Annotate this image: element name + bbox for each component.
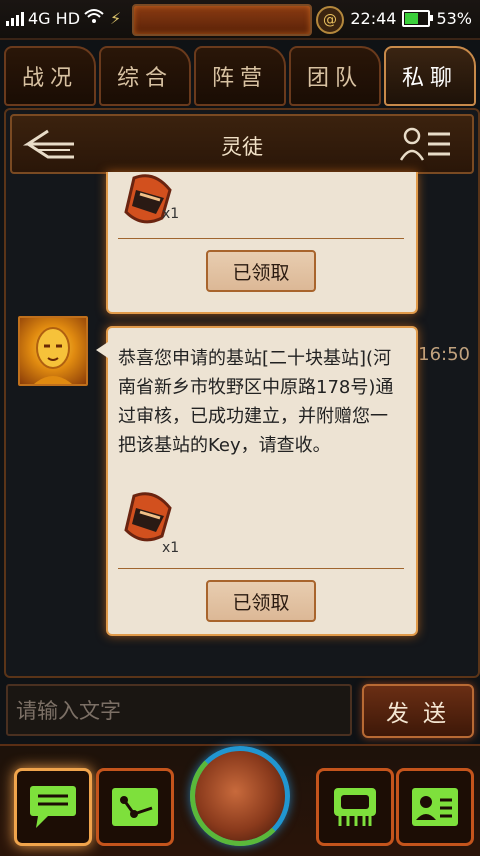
tab-faction[interactable]: 阵营 xyxy=(194,46,286,106)
divider xyxy=(118,238,404,239)
tab-bar: 战况 综合 阵营 团队 私聊 xyxy=(4,44,476,106)
device-icon xyxy=(334,788,376,826)
tab-team[interactable]: 团队 xyxy=(289,46,381,106)
profile-card-icon xyxy=(412,788,458,826)
chat-header: 灵徒 xyxy=(10,114,474,174)
coin-icon[interactable]: @ xyxy=(316,6,344,34)
resource-bar xyxy=(132,4,312,36)
message-input[interactable]: 请输入文字 xyxy=(6,684,352,736)
message-bubble: x1 已领取 xyxy=(106,172,418,314)
status-bar: 4G HD ⚡ @ 22:44 53% xyxy=(0,0,480,40)
battery-icon xyxy=(402,10,434,27)
key-item-icon[interactable] xyxy=(120,490,178,546)
contacts-icon[interactable] xyxy=(400,126,452,162)
signal-icon xyxy=(6,10,24,26)
nav-profile[interactable] xyxy=(396,768,474,846)
message-bubble: 恭喜您申请的基站[二十块基站](河南省新乡市牧野区中原路178号)通过审核，已成… xyxy=(96,326,418,636)
item-quantity: x1 xyxy=(162,540,180,556)
globe-icon[interactable] xyxy=(190,746,290,846)
clock: 22:44 xyxy=(350,9,397,28)
status-left: 4G HD ⚡ xyxy=(6,8,121,28)
battery-percent: 53% xyxy=(436,9,472,28)
nav-network[interactable] xyxy=(96,768,174,846)
wifi-icon xyxy=(84,8,104,28)
bottom-nav xyxy=(0,744,480,856)
send-button[interactable]: 发送 xyxy=(362,684,474,738)
nav-device[interactable] xyxy=(316,768,394,846)
tab-private-chat[interactable]: 私聊 xyxy=(384,46,476,106)
network-icon xyxy=(112,788,158,826)
divider xyxy=(118,568,404,569)
network-type: 4G HD xyxy=(28,8,81,28)
message-time: 16:50 xyxy=(418,344,470,365)
claimed-button[interactable]: 已领取 xyxy=(206,580,316,622)
charging-icon: ⚡ xyxy=(110,8,122,28)
tab-battle[interactable]: 战况 xyxy=(4,46,96,106)
sender-avatar[interactable] xyxy=(18,316,88,386)
nav-chat[interactable] xyxy=(14,768,92,846)
tab-general[interactable]: 综合 xyxy=(99,46,191,106)
message-text: 恭喜您申请的基站[二十块基站](河南省新乡市牧野区中原路178号)通过审核，已成… xyxy=(118,348,394,456)
claimed-button[interactable]: 已领取 xyxy=(206,250,316,292)
item-quantity: x1 xyxy=(162,206,180,222)
chat-icon xyxy=(30,786,76,828)
status-right: 22:44 53% xyxy=(350,9,472,28)
chat-panel: 灵徒 x1 已领取 16:50 恭喜您申请的基站[二十块基站](河南省新乡市牧野… xyxy=(4,108,480,678)
